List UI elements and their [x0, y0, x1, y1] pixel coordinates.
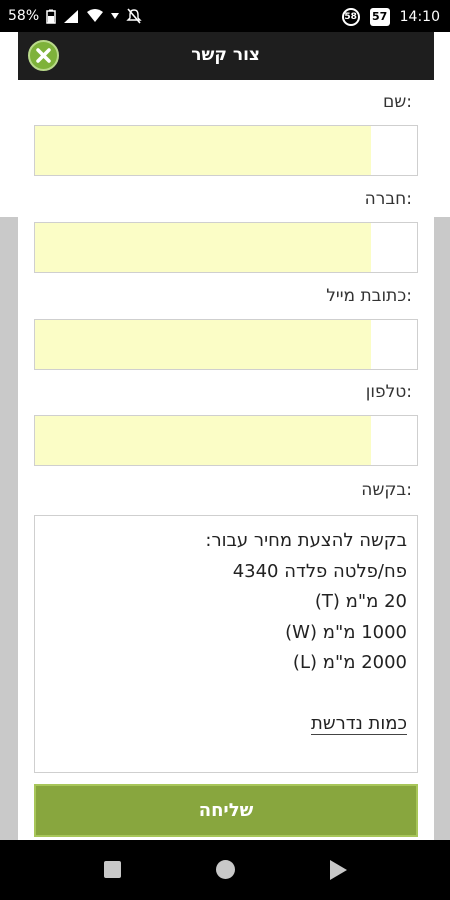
back-icon[interactable]: [104, 861, 121, 878]
dialog-header: צור קשר: [18, 32, 434, 80]
name-field[interactable]: [34, 125, 418, 176]
request-line: [45, 679, 407, 710]
request-line: 1000 מ"מ (W): [285, 621, 407, 643]
request-line: פח/פלטה פלדה 4340: [232, 560, 407, 582]
send-button[interactable]: שליחה: [34, 784, 418, 837]
battery-percent: 58%: [8, 8, 40, 24]
battery-icon: [46, 9, 56, 24]
request-line: בקשה להצעת מחיר עבור:: [205, 530, 407, 551]
close-button[interactable]: [28, 40, 59, 71]
dialog-title: צור קשר: [191, 45, 260, 65]
wifi-icon: [87, 9, 104, 22]
phone-label: טלפון:: [365, 382, 412, 402]
phone-input[interactable]: [35, 416, 417, 465]
clock: 14:10: [399, 9, 440, 25]
name-label: שם:: [382, 92, 412, 112]
signal-icon: [64, 9, 79, 23]
request-textarea[interactable]: בקשה להצעת מחיר עבור: פח/פלטה פלדה 4340 …: [34, 515, 418, 773]
recent-apps-icon[interactable]: [330, 860, 347, 880]
home-icon[interactable]: [216, 860, 235, 879]
request-line-underlined: כמות נדרשת: [311, 713, 407, 735]
mute-icon: [126, 8, 142, 24]
email-label: כתובת מייל:: [326, 286, 412, 306]
email-field[interactable]: [34, 319, 418, 370]
request-line: 2000 מ"מ (L): [292, 652, 407, 673]
close-icon: [36, 48, 51, 63]
email-input[interactable]: [35, 320, 417, 369]
company-input[interactable]: [35, 223, 417, 272]
name-input[interactable]: [35, 126, 417, 175]
contact-dialog: צור קשר שם: חברה: כתובת מייל: טלפון: בקש…: [18, 32, 434, 840]
notification-badge-square: 57: [369, 8, 390, 26]
request-line: 20 מ"מ (T): [314, 591, 407, 612]
company-label: חברה:: [364, 189, 412, 209]
status-bar: 58% 58 57 14:10: [0, 0, 450, 32]
navigation-bar: [0, 840, 450, 900]
request-label: בקשה:: [361, 480, 412, 500]
phone-field[interactable]: [34, 415, 418, 466]
request-line-last: כמות נדרשת: [45, 709, 407, 740]
company-field[interactable]: [34, 222, 418, 273]
notification-badge-circle: 58: [341, 8, 360, 26]
dropdown-arrow-icon: [111, 13, 120, 19]
